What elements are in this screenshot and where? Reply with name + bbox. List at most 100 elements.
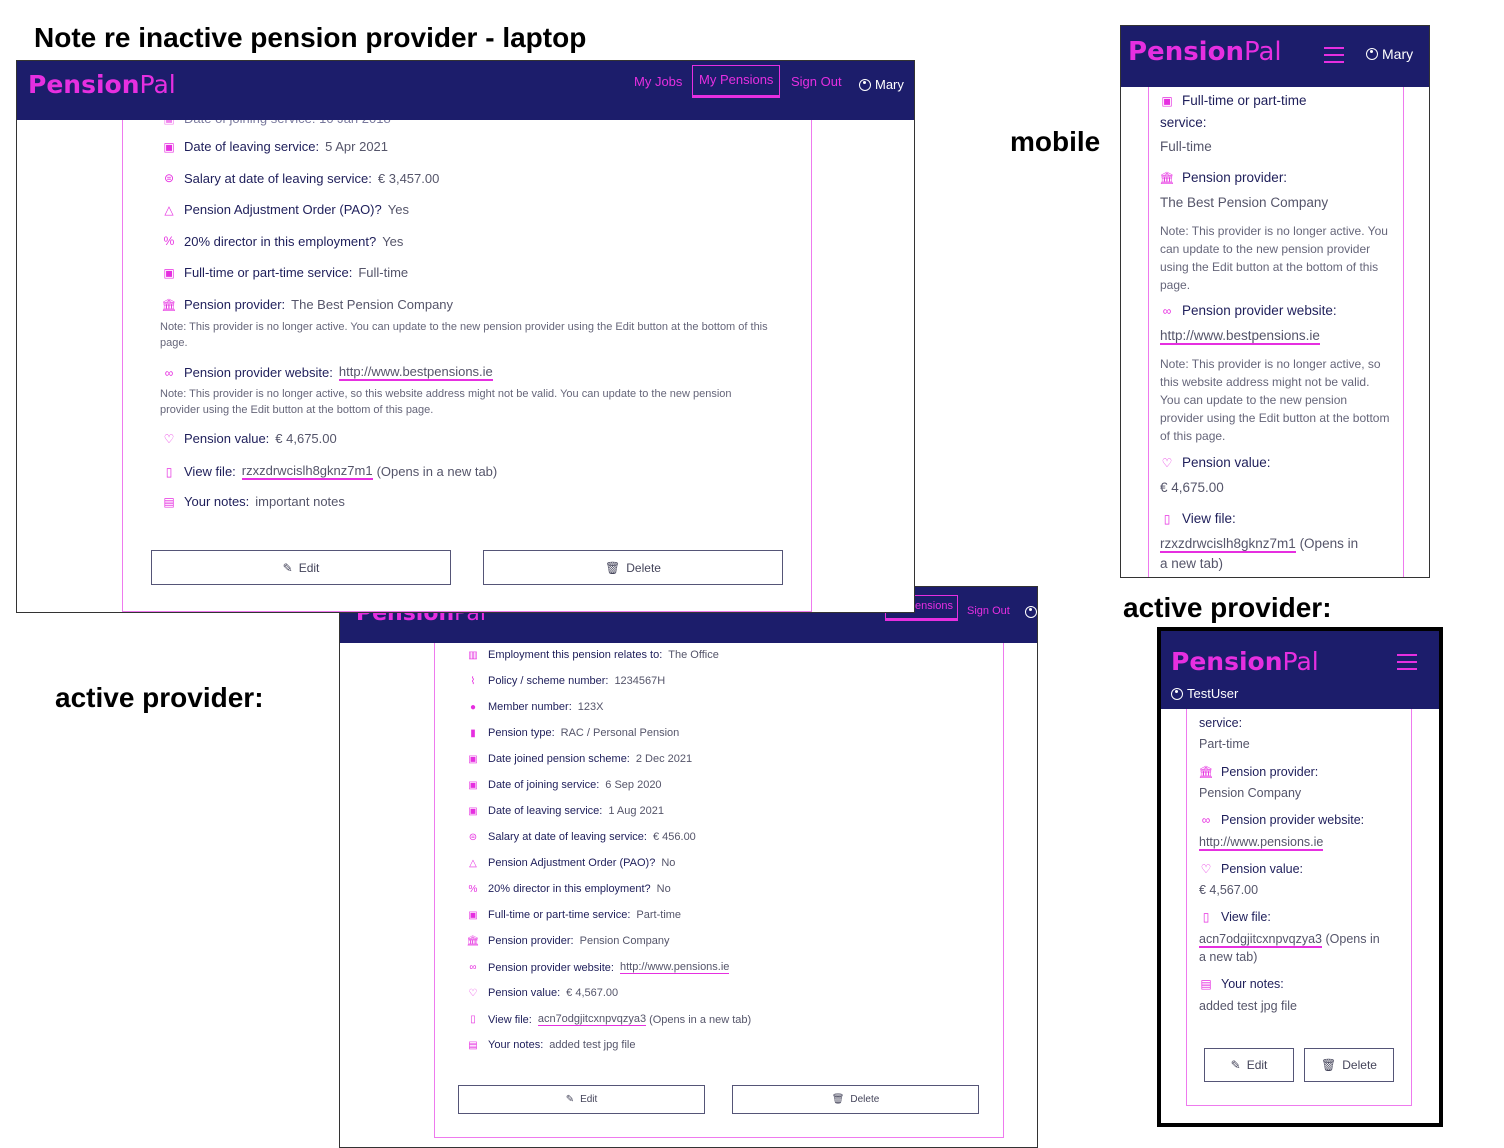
- delete-label: Delete: [626, 560, 661, 575]
- field-value: 5 Apr 2021: [325, 139, 389, 154]
- file-label: View file:: [488, 1013, 532, 1026]
- value-label: ♡ Pension value:: [1158, 455, 1271, 470]
- website-link[interactable]: http://www.pensions.ie: [619, 961, 730, 974]
- user-menu[interactable]: [1025, 606, 1037, 618]
- field-label: Policy / scheme number:: [488, 675, 609, 687]
- field-value: € 456.00: [652, 831, 696, 843]
- file-row: ▯ View file: acn7odgjitcxnpvqzya3 (Opens…: [464, 1013, 751, 1026]
- field-label: Full-time or part-time service:: [488, 909, 631, 921]
- pencil-icon: ✎: [565, 1094, 575, 1105]
- website-row: ∞ Pension provider website: http://www.p…: [464, 961, 730, 974]
- file-icon: ▯: [470, 1014, 476, 1025]
- field-row: ▣ Full-time or part-time service: Full-tim…: [160, 265, 408, 280]
- file-label: View file:: [184, 464, 236, 479]
- field-label: Date joined pension scheme:: [488, 753, 630, 765]
- website-link[interactable]: http://www.bestpensions.ie: [338, 364, 493, 381]
- website-label: Pension provider website:: [184, 365, 333, 380]
- edit-button[interactable]: ✎ Edit: [151, 550, 451, 585]
- provider-note: Note: This provider is no longer active.…: [1160, 224, 1388, 292]
- bank-icon: 🏛: [161, 297, 177, 312]
- calendar-icon: ▣: [163, 265, 175, 280]
- paperclip-icon: ⌇: [470, 675, 476, 687]
- notes-row: ▤ Your notes: important notes: [160, 494, 345, 509]
- field-label: Pension provider:: [184, 297, 286, 312]
- field-label: 20% director in this employment?: [184, 233, 377, 249]
- website-link[interactable]: http://www.pensions.ie: [1199, 835, 1324, 851]
- link-icon: ∞: [164, 365, 174, 380]
- field-value: Yes: [382, 233, 404, 249]
- field-value: Full-time: [358, 265, 409, 281]
- user-menu[interactable]: Mary: [1366, 46, 1413, 62]
- field-label: Date of joining service:: [488, 779, 600, 791]
- fulltime-label: ▣ Full-time or part-time: [1158, 93, 1306, 108]
- menu-icon[interactable]: [1397, 654, 1417, 670]
- file-line: rzxzdrwcislh8gknz7m1 (Opens in: [1160, 536, 1358, 553]
- delete-button[interactable]: 🗑 Delete: [732, 1085, 979, 1114]
- field-label: Salary at date of leaving service:: [184, 170, 372, 186]
- link-icon: ∞: [469, 962, 477, 973]
- file-icon: ▯: [165, 464, 173, 479]
- file-icon: ▯: [1202, 910, 1210, 924]
- nav-my-jobs[interactable]: My Jobs: [634, 74, 682, 89]
- field-label: Employment this pension relates to:: [488, 649, 663, 661]
- edit-label: Edit: [580, 1094, 598, 1105]
- provider-label: 🏛 Pension provider:: [1198, 765, 1319, 779]
- nav-sign-out[interactable]: Sign Out: [967, 605, 1010, 617]
- logo[interactable]: PensionPal: [1171, 647, 1319, 676]
- bank-icon: 🏛: [1159, 170, 1175, 185]
- website-link[interactable]: http://www.bestpensions.ie: [1160, 328, 1320, 345]
- field-label: Full-time or part-time service:: [184, 265, 353, 281]
- active-provider-heading-right: active provider:: [1123, 592, 1332, 623]
- edit-label: Edit: [298, 560, 320, 575]
- user-name: Mary: [875, 77, 904, 92]
- file-link[interactable]: acn7odgjitcxnpvqzya3: [1199, 932, 1322, 948]
- value-row: ♡ Pension value: € 4,675.00: [160, 431, 337, 446]
- link-icon: ∞: [1162, 303, 1172, 318]
- user-icon: [1366, 48, 1378, 60]
- website-note: Note: This provider is no longer active,…: [160, 388, 732, 416]
- field-row: ● Member number: 123X: [464, 701, 604, 713]
- provider-label: 🏛 Pension provider:: [1159, 170, 1288, 185]
- field-value: The Office: [668, 649, 719, 661]
- field-label: Pension type:: [488, 727, 555, 739]
- delete-button[interactable]: 🗑 Delete: [483, 550, 783, 585]
- value-label: Pension value:: [184, 431, 270, 446]
- user-menu[interactable]: Mary: [859, 77, 904, 92]
- delete-button[interactable]: 🗑 Delete: [1304, 1048, 1394, 1082]
- trash-icon: 🗑: [1321, 1058, 1337, 1072]
- file-suffix-cont: a new tab): [1199, 950, 1258, 964]
- fulltime-value: Full-time: [1160, 139, 1212, 154]
- field-row: ▣ Date of joining service: 6 Sep 2020: [464, 779, 661, 791]
- file-suffix-cont: a new tab): [1160, 556, 1224, 571]
- file-line: acn7odgjitcxnpvqzya3 (Opens in: [1199, 932, 1380, 948]
- menu-icon[interactable]: [1324, 47, 1344, 63]
- user-icon: [1171, 687, 1183, 700]
- piggy-bank-icon: ♡: [1200, 862, 1212, 876]
- notes-text: added test jpg file: [1199, 999, 1297, 1013]
- calendar-icon: ▣: [1161, 93, 1173, 108]
- field-value: 123X: [577, 701, 604, 713]
- edit-button[interactable]: ✎ Edit: [458, 1085, 705, 1114]
- mobile-heading: mobile: [1010, 126, 1101, 157]
- file-link[interactable]: acn7odgjitcxnpvqzya3: [537, 1013, 647, 1026]
- user-menu[interactable]: TestUser: [1171, 686, 1238, 701]
- piggy-bank-icon: ♡: [468, 987, 478, 999]
- warning-icon: △: [469, 857, 477, 869]
- website-label: ∞ Pension provider website:: [1158, 303, 1337, 318]
- file-row: ▯ View file: rzxzdrwcislh8gknz7m1 (Opens…: [160, 463, 497, 480]
- notes-label: Your notes:: [184, 494, 250, 509]
- file-link[interactable]: rzxzdrwcislh8gknz7m1: [241, 463, 373, 480]
- nav-sign-out[interactable]: Sign Out: [791, 74, 842, 89]
- navbar: PensionPal My Jobs My Pensions Sign Out …: [17, 61, 914, 120]
- field-row: ⌇ Policy / scheme number: 1234567H: [464, 675, 666, 687]
- logo[interactable]: PensionPal: [1128, 37, 1282, 67]
- nav-my-pensions[interactable]: My Pensions: [692, 65, 781, 98]
- file-link[interactable]: rzxzdrwcislh8gknz7m1: [1160, 536, 1296, 553]
- field-row: ⊜ Salary at date of leaving service: € 456…: [464, 831, 696, 843]
- value-label: ♡ Pension value:: [1197, 862, 1303, 876]
- file-label: ▯ View file:: [1158, 511, 1236, 526]
- field-value: No: [661, 857, 676, 869]
- field-value: The Best Pension Company: [291, 297, 454, 312]
- edit-button[interactable]: ✎ Edit: [1204, 1048, 1294, 1082]
- logo[interactable]: PensionPal: [28, 70, 176, 99]
